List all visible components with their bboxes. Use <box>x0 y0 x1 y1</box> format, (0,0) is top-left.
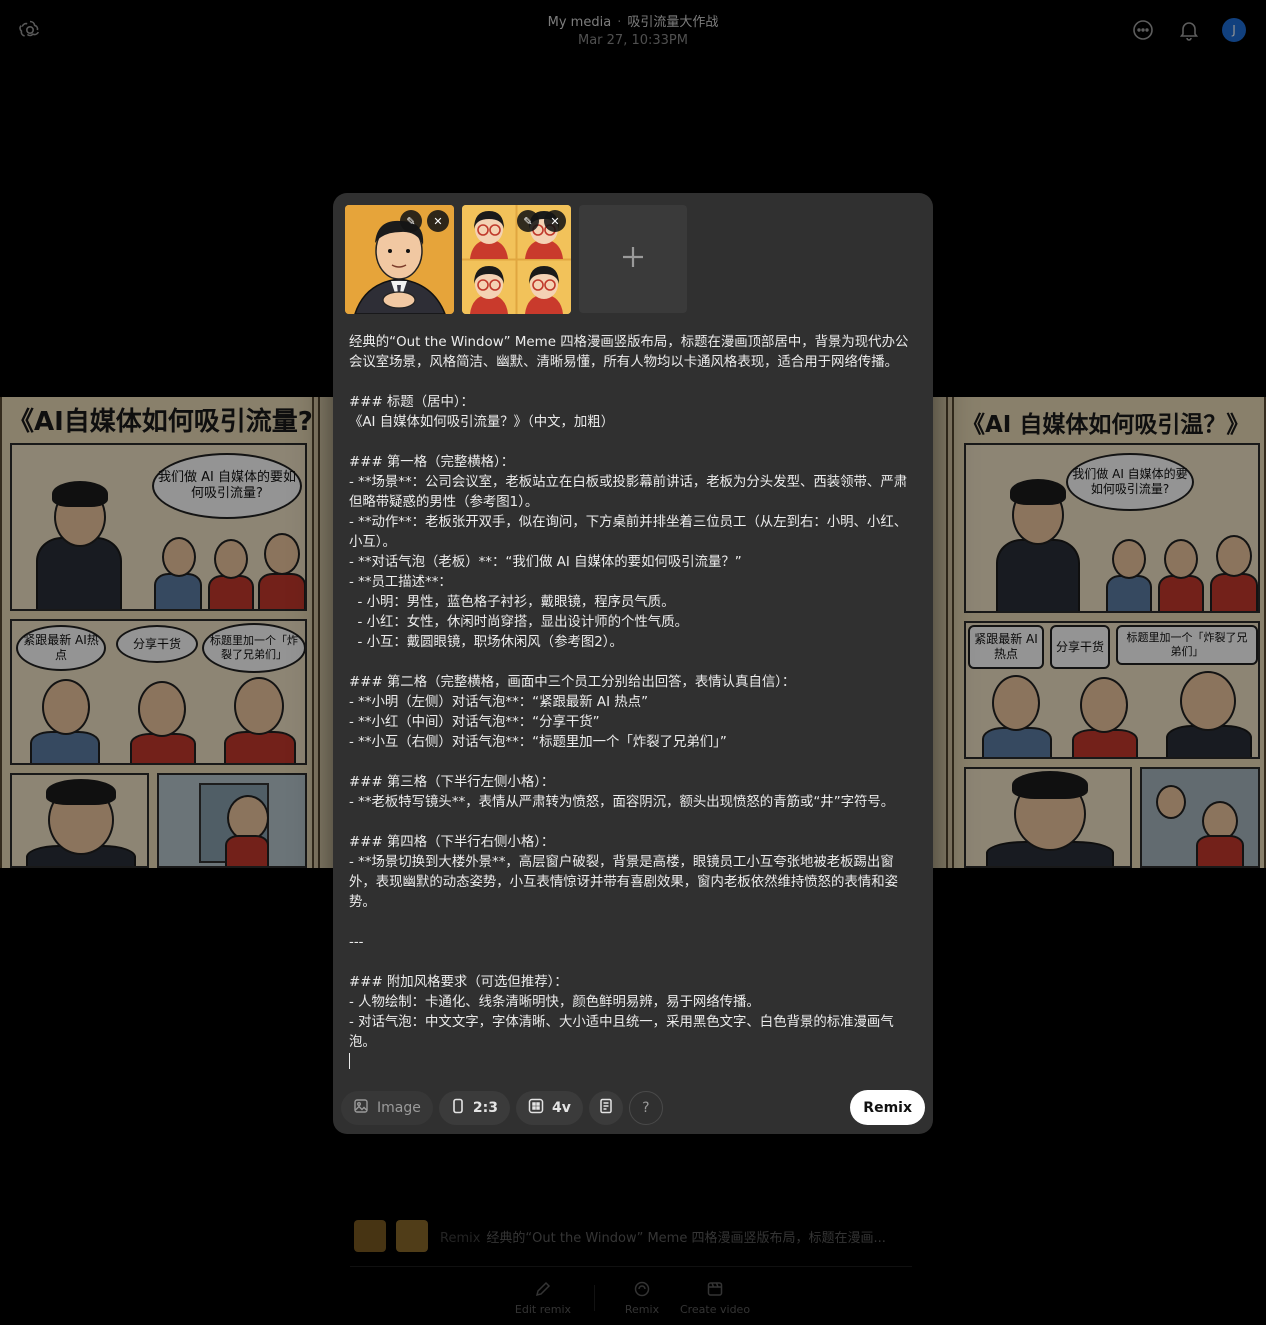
comic-panel-3 <box>964 767 1132 868</box>
comic-bubble: 紧跟最新 AI热点 <box>968 625 1044 669</box>
breadcrumb-root[interactable]: My media <box>548 15 612 30</box>
comic-bubble: 分享干货 <box>116 625 198 663</box>
comic-panel-2: 紧跟最新 AI热点 分享干货 标题里加一个「炸裂了兄弟们」 <box>964 621 1260 759</box>
variations-button[interactable]: 4v <box>515 1091 583 1125</box>
history-thumbnail-grid <box>396 1220 428 1252</box>
remix-action-label: Remix <box>624 1303 660 1316</box>
remix-composer-modal: ✎ ✕ ✎ ✕ 经典的“Out the Window” Meme 四格漫画竖版布 <box>333 193 933 1134</box>
edit-remix-button[interactable]: Edit remix <box>503 1280 583 1316</box>
comic-bubble: 我们做 AI 自媒体的要如何吸引流量? <box>1066 453 1194 511</box>
comic-panel-4 <box>1140 767 1260 868</box>
more-options-icon[interactable] <box>1130 17 1156 43</box>
history-thumbnail-boss <box>354 1220 386 1252</box>
text-caret <box>349 1053 350 1069</box>
comic-left[interactable]: 《AI自媒体如何吸引流量? 我们做 AI 自媒体的要如何吸引流量? 紧跟最新 A… <box>0 397 314 868</box>
edit-remix-label: Edit remix <box>514 1303 572 1316</box>
history-prompt-snippet: 经典的“Out the Window” Meme 四格漫画竖版布局，标题在漫画.… <box>486 1231 886 1246</box>
document-icon <box>598 1098 614 1118</box>
image-mode-button[interactable]: Image <box>341 1091 433 1125</box>
timestamp: Mar 27, 10:33PM <box>578 33 688 48</box>
add-attachment-button[interactable] <box>579 205 687 313</box>
history-tag: Remix <box>440 1231 481 1246</box>
image-icon <box>353 1098 369 1118</box>
comic-right-title: 《AI 自媒体如何吸引温？》 <box>962 412 1250 438</box>
help-button[interactable]: ? <box>628 1091 663 1125</box>
remove-attachment-close-icon[interactable]: ✕ <box>544 210 566 232</box>
video-icon <box>706 1280 724 1298</box>
aspect-ratio-button[interactable]: 2:3 <box>438 1091 510 1125</box>
comic-left-title: 《AI自媒体如何吸引流量? <box>8 407 313 437</box>
prompt-text: 经典的“Out the Window” Meme 四格漫画竖版布局，标题在漫画顶… <box>349 335 909 1050</box>
comic-right[interactable]: 《AI 自媒体如何吸引温？》 我们做 AI 自媒体的要如何吸引流量? 紧跟最新 … <box>952 397 1266 868</box>
edit-attachment-pencil-icon[interactable]: ✎ <box>400 210 422 232</box>
comic-panel-1: 我们做 AI 自媒体的要如何吸引流量? <box>10 443 307 611</box>
composer-toolbar: Image 2:3 4v ? <box>341 1090 663 1126</box>
aspect-ratio-label: 2:3 <box>472 1100 498 1116</box>
prompt-textarea[interactable]: 经典的“Out the Window” Meme 四格漫画竖版布局，标题在漫画顶… <box>349 333 919 1071</box>
presets-button[interactable] <box>588 1091 623 1125</box>
comic-panel-2: 紧跟最新 AI热点 分享干货 标题里加一个「炸裂了兄弟们」 <box>10 619 307 765</box>
attachment-employee-grid-reference[interactable]: ✎ ✕ <box>462 205 571 314</box>
comic-panel-3 <box>10 773 149 868</box>
comic-panel-4 <box>157 773 307 868</box>
comic-bubble: 标题里加一个「炸裂了兄弟们」 <box>1116 625 1258 665</box>
attachment-boss-reference[interactable]: ✎ ✕ <box>345 205 454 314</box>
top-bar: My media · 吸引流量大作战 Mar 27, 10:33PM J <box>0 0 1266 60</box>
bottom-actions: Edit remix Remix Create video <box>0 1280 1266 1320</box>
create-video-button[interactable]: Create video <box>675 1280 755 1316</box>
notifications-bell-icon[interactable] <box>1176 17 1202 43</box>
comic-bubble: 分享干货 <box>1050 625 1110 669</box>
variations-label: 4v <box>551 1100 571 1116</box>
breadcrumb-separator: · <box>617 15 622 30</box>
remix-action-button[interactable]: Remix <box>602 1280 682 1316</box>
page-title: 吸引流量大作战 <box>627 15 719 30</box>
portrait-ratio-icon <box>451 1098 465 1118</box>
comic-bubble: 紧跟最新 AI热点 <box>16 625 106 671</box>
grid-icon <box>528 1098 544 1118</box>
page-title-block: My media · 吸引流量大作战 Mar 27, 10:33PM <box>0 11 1266 48</box>
remix-history-row[interactable]: Remix 经典的“Out the Window” Meme 四格漫画竖版布局，标… <box>350 1215 912 1267</box>
image-mode-label: Image <box>377 1100 421 1116</box>
create-video-label: Create video <box>679 1303 751 1316</box>
comic-bubble: 我们做 AI 自媒体的要如何吸引流量? <box>152 453 302 519</box>
comic-bubble: 标题里加一个「炸裂了兄弟们」 <box>202 623 305 673</box>
comic-panel-1: 我们做 AI 自媒体的要如何吸引流量? <box>964 443 1260 613</box>
remix-submit-button[interactable]: Remix <box>850 1090 925 1125</box>
plus-icon <box>622 246 644 272</box>
remix-icon <box>633 1280 651 1298</box>
edit-attachment-pencil-icon[interactable]: ✎ <box>517 210 539 232</box>
user-avatar[interactable]: J <box>1222 18 1246 42</box>
pencil-icon <box>534 1280 552 1298</box>
remove-attachment-close-icon[interactable]: ✕ <box>427 210 449 232</box>
